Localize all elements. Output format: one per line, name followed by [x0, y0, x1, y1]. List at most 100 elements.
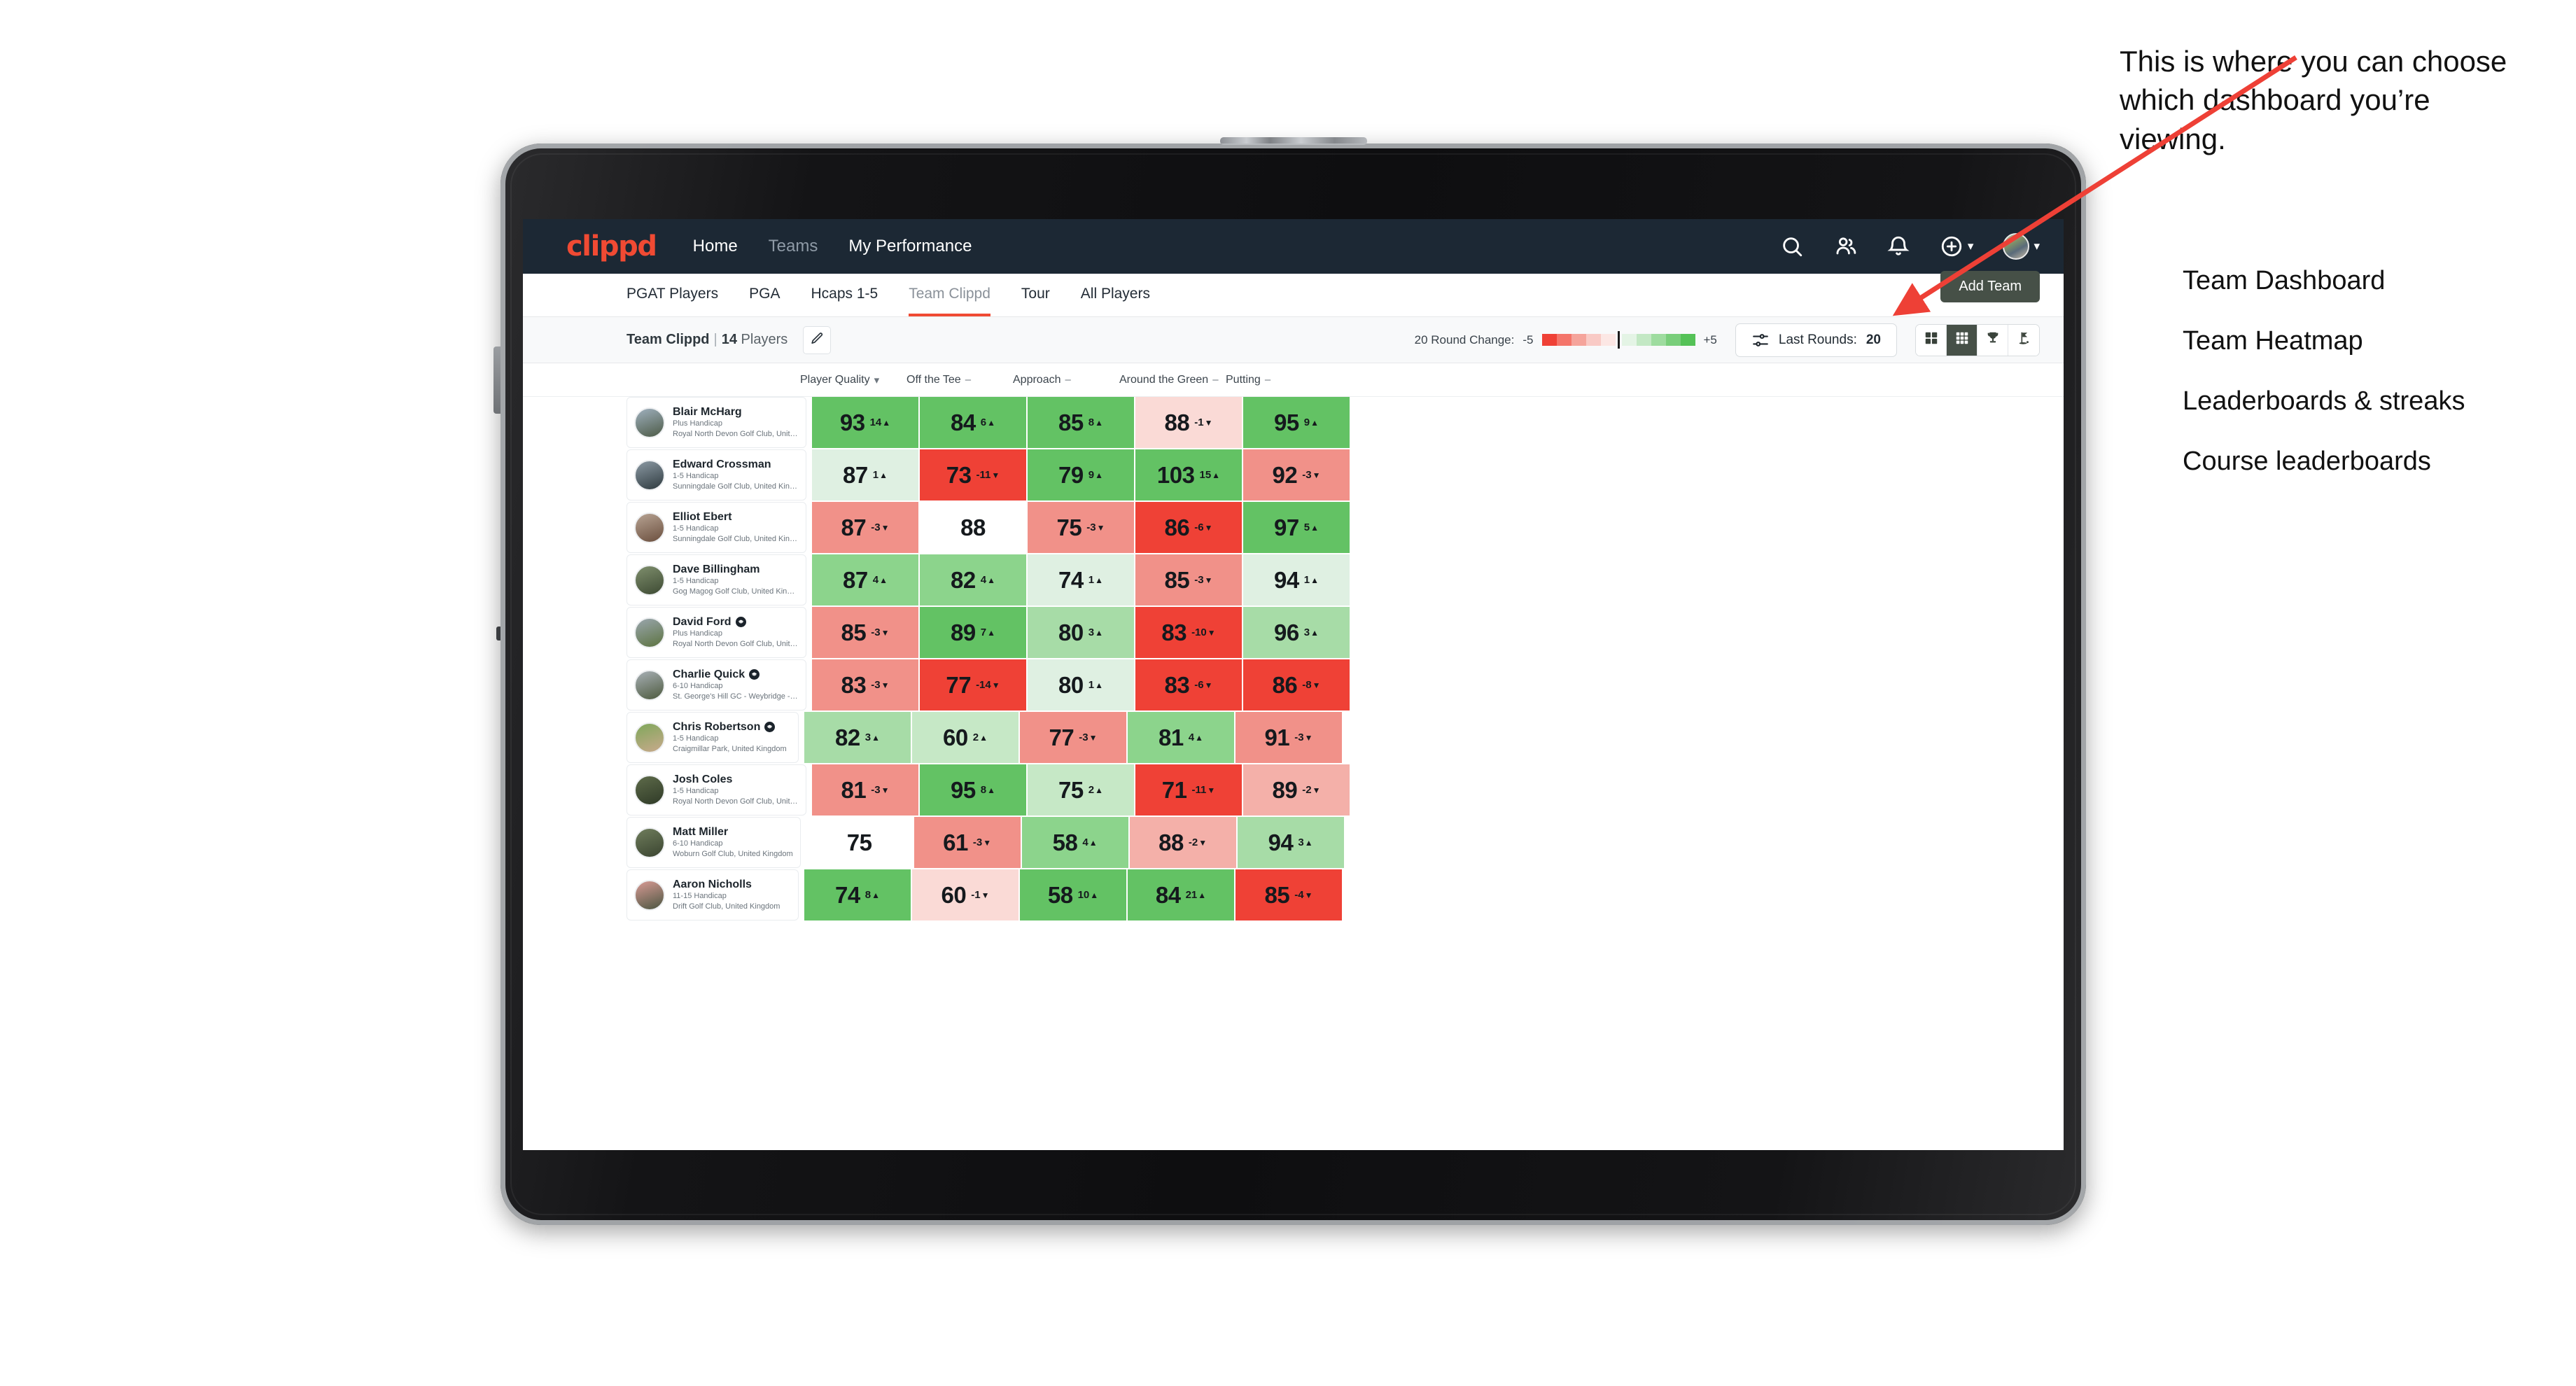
heatmap-cell[interactable]: 75 [806, 817, 913, 868]
heatmap-cell[interactable]: 84 6 ▲ [920, 397, 1026, 448]
heatmap-cell[interactable]: 88 [920, 502, 1026, 553]
view-toggle-leaderboards-streaks[interactable] [1977, 324, 2008, 356]
player-card[interactable]: Blair McHarg Plus Handicap Royal North Dev… [626, 397, 806, 448]
player-card[interactable]: Charlie Quick 6-10 Handicap St. George's H… [626, 659, 806, 710]
heatmap-cell[interactable]: 77 -3 ▼ [1020, 712, 1126, 763]
heatmap-cell[interactable]: 93 14 ▲ [812, 397, 918, 448]
tab-pga[interactable]: PGA [749, 274, 780, 316]
heatmap-cell[interactable]: 97 5 ▲ [1243, 502, 1350, 553]
player-card[interactable]: Aaron Nicholls 11-15 Handicap Drift Golf C… [626, 869, 799, 920]
plus-circle-icon[interactable] [1940, 234, 1963, 258]
heatmap-cell[interactable]: 85 -3 ▼ [1135, 554, 1242, 606]
heatmap-cell[interactable]: 80 3 ▲ [1028, 607, 1134, 658]
column-header-putting[interactable]: Putting – [1224, 374, 1331, 386]
heatmap-cell[interactable]: 86 -8 ▼ [1243, 659, 1350, 710]
tab-all-players[interactable]: All Players [1081, 274, 1150, 316]
heatmap-cell[interactable]: 88 -1 ▼ [1135, 397, 1242, 448]
people-icon[interactable] [1833, 234, 1857, 258]
heatmap-cell[interactable]: 74 8 ▲ [804, 869, 911, 920]
nav-link-my-performance[interactable]: My Performance [848, 237, 972, 256]
player-card[interactable]: Matt Miller 6-10 Handicap Woburn Golf Club… [626, 817, 801, 868]
heatmap-cell[interactable]: 86 -6 ▼ [1135, 502, 1242, 553]
heatmap-cell[interactable]: 91 -3 ▼ [1236, 712, 1342, 763]
heatmap-cell[interactable]: 87 1 ▲ [812, 449, 918, 500]
heatmap-cell[interactable]: 71 -11 ▼ [1135, 764, 1242, 816]
heatmap-cell[interactable]: 61 -3 ▼ [913, 817, 1021, 868]
tab-pgat-players[interactable]: PGAT Players [626, 274, 718, 316]
heatmap-cell[interactable]: 58 10 ▲ [1020, 869, 1126, 920]
nav-link-teams[interactable]: Teams [769, 237, 818, 256]
heatmap-cell[interactable]: 81 -3 ▼ [812, 764, 918, 816]
view-toggle-course-leaderboards[interactable] [2008, 324, 2039, 356]
table-row[interactable]: Charlie Quick 6-10 Handicap St. George's H… [626, 659, 2064, 710]
heatmap-cell[interactable]: 103 15 ▲ [1135, 449, 1242, 500]
tab-tour[interactable]: Tour [1021, 274, 1050, 316]
heatmap-cell[interactable]: 60 2 ▲ [912, 712, 1018, 763]
heatmap-cell[interactable]: 75 -3 ▼ [1028, 502, 1134, 553]
heatmap-cell[interactable]: 58 4 ▲ [1021, 817, 1128, 868]
edit-team-button[interactable] [803, 326, 832, 354]
table-row[interactable]: Josh Coles 1-5 Handicap Royal North Devon … [626, 764, 2064, 816]
player-card[interactable]: Elliot Ebert 1-5 Handicap Sunningdale Golf… [626, 502, 806, 553]
column-header-off-the-tee[interactable]: Off the Tee – [905, 374, 1011, 386]
heatmap-cell[interactable]: 84 21 ▲ [1128, 869, 1234, 920]
player-card[interactable]: Edward Crossman 1-5 Handicap Sunningdale G… [626, 449, 806, 500]
table-row[interactable]: Chris Robertson 1-5 Handicap Craigmillar P… [626, 712, 2064, 763]
table-row[interactable]: Dave Billingham 1-5 Handicap Gog Magog Gol… [626, 554, 2064, 606]
table-row[interactable]: Blair McHarg Plus Handicap Royal North Dev… [626, 397, 2064, 448]
heatmap-cell[interactable]: 85 8 ▲ [1028, 397, 1134, 448]
heatmap-cell[interactable]: 85 -3 ▼ [812, 607, 918, 658]
view-toggle-team-dashboard[interactable] [1916, 324, 1947, 356]
avatar[interactable] [2003, 233, 2030, 260]
search-icon[interactable] [1780, 234, 1804, 258]
table-row[interactable]: Matt Miller 6-10 Handicap Woburn Golf Club… [626, 817, 2064, 868]
table-row[interactable]: Aaron Nicholls 11-15 Handicap Drift Golf C… [626, 869, 2064, 920]
heatmap-cell[interactable]: 74 1 ▲ [1028, 554, 1134, 606]
player-card[interactable]: Dave Billingham 1-5 Handicap Gog Magog Gol… [626, 554, 806, 606]
heatmap-cell[interactable]: 83 -6 ▼ [1135, 659, 1242, 710]
clippd-logo[interactable]: clippd [566, 230, 657, 262]
heatmap-cell[interactable]: 79 9 ▲ [1028, 449, 1134, 500]
nav-link-home[interactable]: Home [693, 237, 738, 256]
heatmap-cell[interactable]: 77 -14 ▼ [920, 659, 1026, 710]
heatmap-cell[interactable]: 87 -3 ▼ [812, 502, 918, 553]
heatmap-cell[interactable]: 89 -2 ▼ [1243, 764, 1350, 816]
heatmap-cell[interactable]: 94 3 ▲ [1237, 817, 1344, 868]
player-card[interactable]: Josh Coles 1-5 Handicap Royal North Devon … [626, 764, 806, 816]
last-rounds-filter-button[interactable]: Last Rounds: 20 [1735, 323, 1897, 357]
table-row[interactable]: David Ford Plus Handicap Royal North Devon… [626, 607, 2064, 658]
table-row[interactable]: Elliot Ebert 1-5 Handicap Sunningdale Golf… [626, 502, 2064, 553]
player-card[interactable]: Chris Robertson 1-5 Handicap Craigmillar P… [626, 712, 799, 763]
profile-chevron-down-icon[interactable]: ▾ [2033, 239, 2040, 253]
heatmap-cell[interactable]: 80 1 ▲ [1028, 659, 1134, 710]
heatmap-cell[interactable]: 75 2 ▲ [1028, 764, 1134, 816]
heatmap-cell[interactable]: 87 4 ▲ [812, 554, 918, 606]
heatmap-cell[interactable]: 82 4 ▲ [920, 554, 1026, 606]
heatmap-cell[interactable]: 88 -2 ▼ [1129, 817, 1236, 868]
bell-icon[interactable] [1886, 234, 1910, 258]
plus-menu-chevron-down-icon[interactable]: ▾ [1968, 239, 1974, 253]
heatmap-cell[interactable]: 82 3 ▲ [804, 712, 911, 763]
heatmap-cell[interactable]: 83 -10 ▼ [1135, 607, 1242, 658]
heatmap-cell[interactable]: 60 -1 ▼ [912, 869, 1018, 920]
heatmap-cell[interactable]: 96 3 ▲ [1243, 607, 1350, 658]
player-card[interactable]: David Ford Plus Handicap Royal North Devon… [626, 607, 806, 658]
heatmap-cell[interactable]: 94 1 ▲ [1243, 554, 1350, 606]
heatmap-cell[interactable]: 73 -11 ▼ [920, 449, 1026, 500]
column-header-player-quality[interactable]: Player Quality ▾ [799, 374, 905, 386]
heatmap-cell[interactable]: 83 -3 ▼ [812, 659, 918, 710]
column-header-approach[interactable]: Approach – [1011, 374, 1118, 386]
heatmap-cell[interactable]: 92 -3 ▼ [1243, 449, 1350, 500]
table-row[interactable]: Edward Crossman 1-5 Handicap Sunningdale G… [626, 449, 2064, 500]
tab-hcaps-1-5[interactable]: Hcaps 1-5 [811, 274, 878, 316]
heatmap-cell[interactable]: 95 9 ▲ [1243, 397, 1350, 448]
player-name-text: Matt Miller [673, 825, 729, 838]
heatmap-cell[interactable]: 81 4 ▲ [1128, 712, 1234, 763]
heatmap-cell[interactable]: 95 8 ▲ [920, 764, 1026, 816]
heatmap-cell[interactable]: 85 -4 ▼ [1236, 869, 1342, 920]
view-toggle-team-heatmap[interactable] [1947, 324, 1977, 356]
add-team-button[interactable]: Add Team [1940, 271, 2040, 302]
column-header-around-the-green[interactable]: Around the Green – [1118, 374, 1224, 386]
tab-team-clippd[interactable]: Team Clippd [909, 274, 990, 316]
heatmap-cell[interactable]: 89 7 ▲ [920, 607, 1026, 658]
